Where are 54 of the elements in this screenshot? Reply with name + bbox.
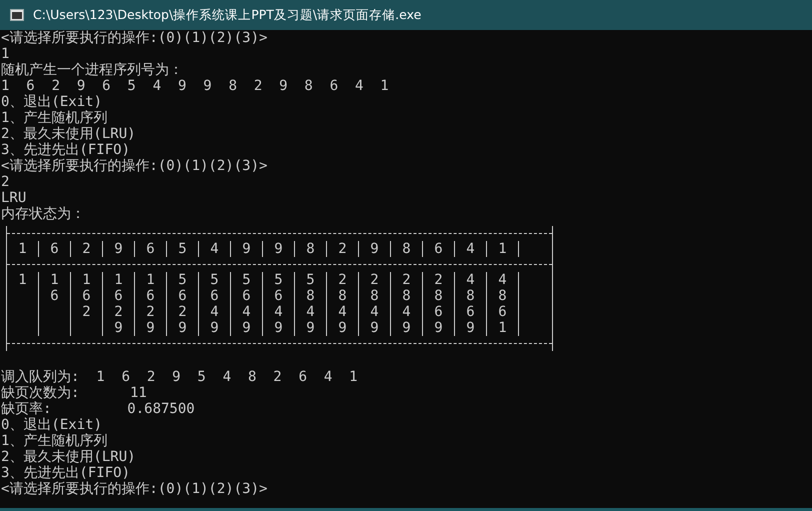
console-line: 缺页率: 0.687500 bbox=[1, 401, 195, 417]
table-cell: 8 bbox=[391, 241, 423, 257]
table-cell: 1 bbox=[487, 241, 519, 257]
console-line: 内存状态为： bbox=[1, 206, 85, 222]
table-cell: 2 8 4 9 bbox=[327, 272, 359, 336]
table-cell: 5 6 4 9 bbox=[231, 272, 263, 336]
table-cell: 4 8 6 9 bbox=[455, 272, 487, 336]
console-line: 调入队列为: 1 6 2 9 5 4 8 2 6 4 1 bbox=[1, 369, 358, 385]
table-cell: 1 6 bbox=[39, 272, 71, 336]
table-cell: 6 bbox=[135, 241, 167, 257]
console-line: 0、退出(Exit) bbox=[1, 417, 102, 433]
console-line: 2 bbox=[1, 174, 10, 190]
table-cell: 5 bbox=[167, 241, 199, 257]
console-line: LRU bbox=[1, 190, 26, 206]
console-line: <请选择所要执行的操作:(0)(1)(2)(3)> bbox=[1, 481, 268, 497]
table-cell: 1 6 2 9 bbox=[103, 272, 135, 336]
table-cell: 5 6 4 9 bbox=[263, 272, 295, 336]
table-cell: 4 8 6 1 bbox=[487, 272, 519, 336]
table-cell: 6 bbox=[39, 241, 71, 257]
table-cell: 9 bbox=[263, 241, 295, 257]
table-cell: 9 bbox=[103, 241, 135, 257]
console-line: 随机产生一个进程序列号为： bbox=[1, 62, 183, 78]
console-line: <请选择所要执行的操作:(0)(1)(2)(3)> bbox=[1, 30, 268, 46]
table-cell: 4 bbox=[199, 241, 231, 257]
console-line: 2、最久未使用(LRU) bbox=[1, 449, 136, 465]
console-line: 3、先进先出(FIFO) bbox=[1, 142, 130, 158]
console-app-icon bbox=[10, 9, 24, 21]
console-line: 1 6 2 9 6 5 4 9 9 8 2 9 8 6 4 1 bbox=[1, 78, 389, 94]
table-cell: 2 8 4 9 bbox=[391, 272, 423, 336]
console-line: 1 bbox=[1, 46, 10, 62]
table-cell: 8 bbox=[295, 241, 327, 257]
table-cell: 4 bbox=[455, 241, 487, 257]
window-title: C:\Users\123\Desktop\操作系统课上PPT及习题\请求页面存储.exe bbox=[33, 6, 422, 24]
table-cell: 1 6 2 bbox=[71, 272, 103, 336]
table-cell: 5 6 2 9 bbox=[167, 272, 199, 336]
console-line: 2、最久未使用(LRU) bbox=[1, 126, 136, 142]
table-cell: 1 bbox=[7, 272, 39, 336]
console-line: 1、产生随机序列 bbox=[1, 110, 108, 126]
console-line: 1、产生随机序列 bbox=[1, 433, 108, 449]
table-cell: 2 8 4 9 bbox=[359, 272, 391, 336]
table-cell: 9 bbox=[231, 241, 263, 257]
table-cell: 1 bbox=[7, 241, 39, 257]
table-cell: 2 bbox=[327, 241, 359, 257]
table-cell: 2 bbox=[71, 241, 103, 257]
table-cell: 6 bbox=[423, 241, 455, 257]
console-line: <请选择所要执行的操作:(0)(1)(2)(3)> bbox=[1, 158, 268, 174]
console-line: 0、退出(Exit) bbox=[1, 94, 102, 110]
table-cell: 9 bbox=[359, 241, 391, 257]
table-cell: 5 8 4 9 bbox=[295, 272, 327, 336]
table-cell: 5 6 4 9 bbox=[199, 272, 231, 336]
table-cell: 2 8 6 9 bbox=[423, 272, 455, 336]
console-line: 3、先进先出(FIFO) bbox=[1, 465, 130, 481]
table-cell: 1 6 2 9 bbox=[135, 272, 167, 336]
console-line: 缺页次数为: 11 bbox=[1, 385, 147, 401]
